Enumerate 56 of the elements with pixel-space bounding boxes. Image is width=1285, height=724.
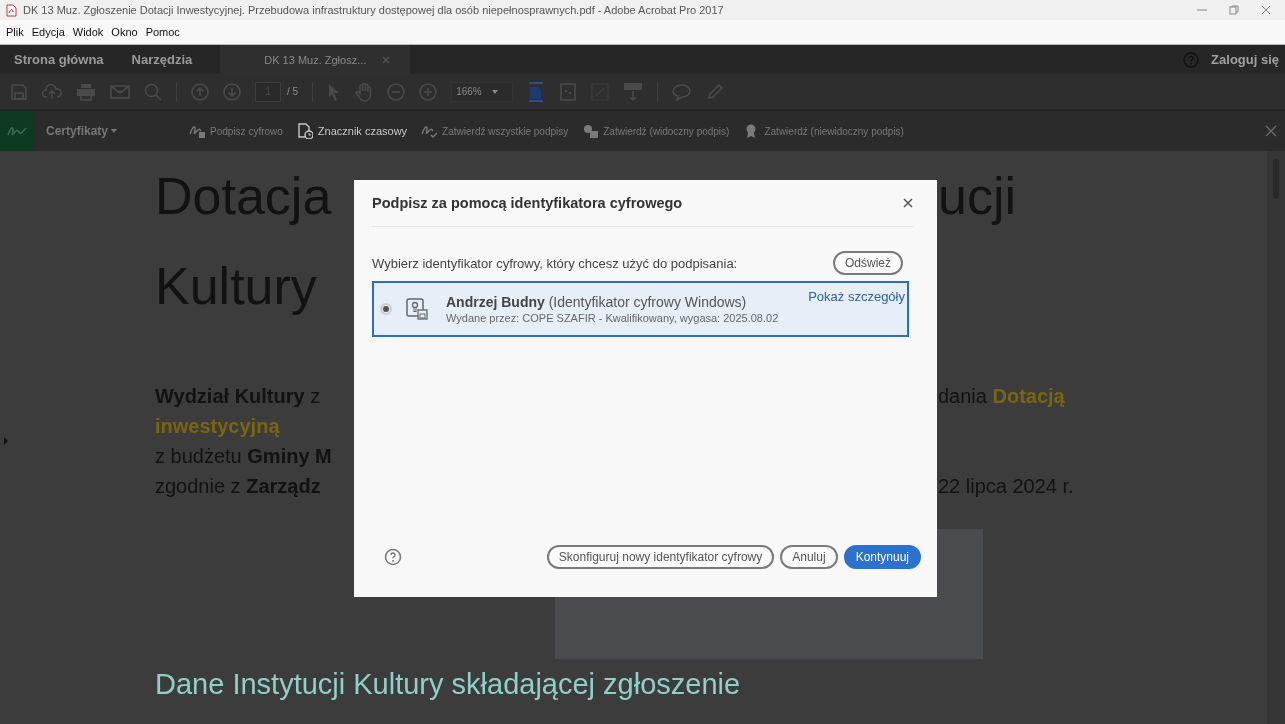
signature-icon [189, 123, 206, 139]
signature-tool-icon[interactable] [0, 111, 34, 151]
tool-title[interactable]: Certyfikaty [46, 124, 109, 138]
toolbar-button[interactable]: Znacznik czasowy [296, 123, 408, 139]
paragraph-text: inwestycyjną [155, 415, 280, 437]
page-count: / 5 [287, 86, 299, 97]
print-icon[interactable] [76, 82, 96, 101]
section-heading: Dane Instytucji Kultury składającej zgłoszenie [154, 667, 742, 702]
menu-item[interactable]: Okno [111, 26, 138, 38]
dialog-title: Podpisz za pomocą identyfikatora cyfrowego [372, 195, 683, 211]
fit-width-icon[interactable] [559, 82, 578, 101]
pen-icon[interactable] [706, 82, 725, 101]
seal-icon [582, 123, 599, 139]
dialog-button[interactable]: Anuluj [780, 545, 838, 569]
help-icon[interactable] [384, 548, 402, 566]
sign-in-link[interactable]: Zaloguj się [1211, 52, 1279, 67]
tab[interactable]: Narzędzia [117, 45, 207, 74]
pdf-file-icon [6, 3, 17, 17]
details-link[interactable]: Pokaż szczegóły [808, 289, 905, 304]
restore-icon[interactable] [1229, 5, 1239, 15]
page-up-icon[interactable] [191, 82, 209, 101]
certificate-card-icon [406, 298, 428, 320]
document-clock-icon [296, 123, 313, 139]
tab[interactable]: DK 13 Muz. Zgłosz... [220, 45, 411, 74]
hand-icon[interactable] [355, 81, 374, 102]
window-title: DK 13 Muz. Zgłoszenie Dotacji Inwestycyjnej. Przebudowa infrastruktury dostępowej dla osób niepełnosprawnych.pdf - Adobe Acrobat Pro 2017 [23, 4, 724, 16]
dialog-button[interactable]: Skonfiguruj nowy identyfikator cyfrowy [546, 545, 775, 569]
page-down-icon[interactable] [223, 82, 241, 101]
signature-check-icon [421, 123, 438, 139]
tab[interactable]: Strona główna [0, 45, 118, 74]
refresh-button[interactable]: Odśwież [833, 251, 903, 275]
save-icon[interactable] [10, 82, 28, 101]
zoom-out-icon[interactable] [387, 82, 406, 101]
digital-id-item[interactable]: Andrzej Budny (Identyfikator cyfrowy Windows) Wydane przez: COPE SZAFIR - Kwalifikowany, wygasa: 2025.08.02 Pokaż szczegóły [372, 281, 909, 337]
scroll-mode-icon[interactable] [623, 81, 644, 102]
caret-icon [111, 129, 118, 133]
instruction-text: Wybierz identyfikator cyfrowy, który chcesz użyć do podpisania: [372, 255, 738, 271]
menu-item[interactable]: Pomoc [145, 26, 180, 38]
digital-id-name: Andrzej Budny (Identyfikator cyfrowy Windows) [446, 294, 748, 310]
close-icon[interactable] [1261, 5, 1271, 15]
continue-button[interactable]: Kontynuuj [843, 545, 921, 569]
radio-button[interactable] [380, 303, 392, 315]
fit-page-icon[interactable] [527, 81, 546, 102]
mail-icon[interactable] [110, 83, 130, 100]
close-icon[interactable] [903, 198, 913, 208]
search-icon[interactable] [144, 82, 162, 101]
zoom-in-icon[interactable] [419, 82, 438, 101]
comment-icon[interactable] [672, 82, 693, 101]
menu-item[interactable]: Edycja [31, 26, 65, 38]
menu-item[interactable]: Plik [6, 26, 24, 38]
caret-icon [491, 89, 498, 94]
zoom-dropdown[interactable]: 166% [451, 81, 514, 102]
issuer-text: Wydane przez: COPE SZAFIR - Kwalifikowany, wygasa: 2025.08.02 [446, 312, 780, 324]
triangle-marker-icon [4, 437, 8, 445]
menu-item[interactable]: Widok [72, 26, 104, 38]
cloud-upload-icon[interactable] [42, 82, 62, 101]
